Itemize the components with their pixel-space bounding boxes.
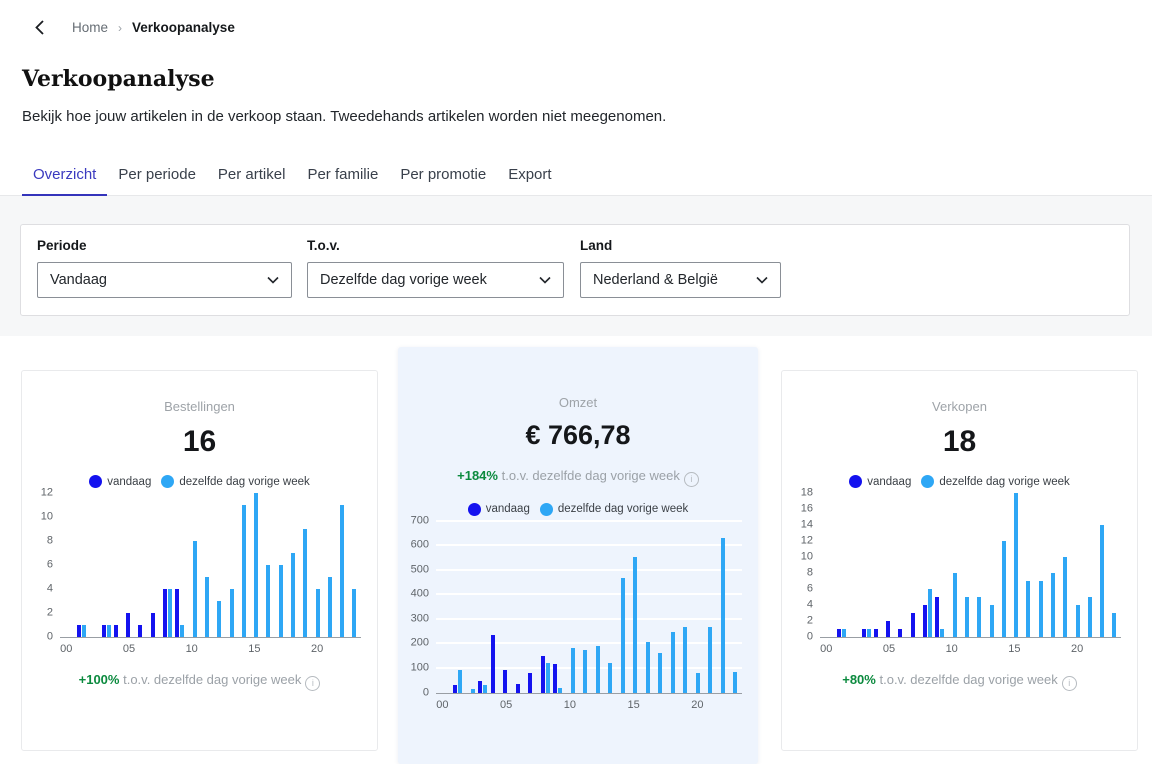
filter-section: Periode Vandaag T.o.v. Dezelfde dag vori… — [0, 196, 1152, 336]
tab-bar: Overzicht Per periode Per artikel Per fa… — [22, 160, 563, 197]
card-title: Omzet — [398, 395, 758, 410]
delta-suffix: t.o.v. dezelfde dag vorige week — [879, 672, 1057, 687]
chart-legend: vandaag dezelfde dag vorige week — [398, 503, 758, 516]
verkopen-chart: 0246810121416180005101520 — [782, 493, 1137, 656]
card-title: Bestellingen — [22, 399, 377, 414]
periode-select[interactable]: Vandaag — [37, 262, 292, 298]
legend-today-dot-icon — [89, 475, 102, 488]
delta-percentage: +80% — [842, 672, 876, 687]
chevron-down-icon — [267, 276, 279, 284]
periode-label: Periode — [37, 238, 292, 253]
bestellingen-card: Bestellingen 16 vandaag dezelfde dag vor… — [21, 370, 378, 751]
chart-legend: vandaag dezelfde dag vorige week — [782, 475, 1137, 488]
verkopen-card: Verkopen 18 vandaag dezelfde dag vorige … — [781, 370, 1138, 751]
tab-per-periode[interactable]: Per periode — [107, 160, 207, 197]
delta-percentage: +100% — [79, 672, 120, 687]
delta-line: +184% t.o.v. dezelfde dag vorige week — [398, 468, 758, 487]
legend-lastweek-dot-icon — [161, 475, 174, 488]
chevron-down-icon — [539, 276, 551, 284]
sales-analysis-page: Home › Verkoopanalyse Verkoopanalyse Bek… — [0, 0, 1152, 764]
periode-selected-value: Vandaag — [50, 272, 107, 288]
legend-lastweek-label: dezelfde dag vorige week — [558, 503, 688, 515]
legend-lastweek-label: dezelfde dag vorige week — [939, 476, 1069, 488]
legend-lastweek-dot-icon — [921, 475, 934, 488]
info-icon[interactable] — [1062, 676, 1077, 691]
delta-percentage: +184% — [457, 468, 498, 483]
tov-label: T.o.v. — [307, 238, 564, 253]
tab-overzicht[interactable]: Overzicht — [22, 160, 107, 197]
chevron-left-icon — [35, 20, 44, 35]
chart-legend: vandaag dezelfde dag vorige week — [22, 475, 377, 488]
breadcrumb-current: Verkoopanalyse — [132, 20, 235, 35]
bestellingen-chart: 0246810120005101520 — [22, 493, 377, 656]
breadcrumb-separator-icon: › — [118, 21, 122, 35]
legend-lastweek-label: dezelfde dag vorige week — [179, 476, 309, 488]
card-title: Verkopen — [782, 399, 1137, 414]
tab-per-familie[interactable]: Per familie — [296, 160, 389, 197]
page-title: Verkoopanalyse — [22, 66, 215, 92]
legend-today-label: vandaag — [107, 476, 151, 488]
tov-selected-value: Dezelfde dag vorige week — [320, 272, 487, 288]
breadcrumb-home-link[interactable]: Home — [72, 20, 108, 35]
tab-per-artikel[interactable]: Per artikel — [207, 160, 297, 197]
land-label: Land — [580, 238, 781, 253]
back-button[interactable] — [35, 20, 44, 35]
tab-export[interactable]: Export — [497, 160, 562, 197]
bestellingen-value: 16 — [22, 426, 377, 458]
info-icon[interactable] — [305, 676, 320, 691]
delta-suffix: t.o.v. dezelfde dag vorige week — [502, 468, 680, 483]
chevron-down-icon — [756, 276, 768, 284]
delta-line: +100% t.o.v. dezelfde dag vorige week — [22, 672, 377, 691]
tab-per-promotie[interactable]: Per promotie — [389, 160, 497, 197]
breadcrumb: Home › Verkoopanalyse — [35, 20, 235, 35]
land-selected-value: Nederland & België — [593, 272, 718, 288]
omzet-chart: 01002003004005006007000005101520 — [398, 521, 758, 712]
verkopen-value: 18 — [782, 426, 1137, 458]
omzet-card: Omzet € 766,78 +184% t.o.v. dezelfde dag… — [398, 347, 758, 764]
filter-card: Periode Vandaag T.o.v. Dezelfde dag vori… — [20, 224, 1130, 316]
page-description: Bekijk hoe jouw artikelen in de verkoop … — [22, 108, 666, 125]
delta-line: +80% t.o.v. dezelfde dag vorige week — [782, 672, 1137, 691]
omzet-value: € 766,78 — [398, 420, 758, 450]
legend-lastweek-dot-icon — [540, 503, 553, 516]
info-icon[interactable] — [684, 472, 699, 487]
legend-today-label: vandaag — [486, 503, 530, 515]
legend-today-dot-icon — [849, 475, 862, 488]
land-select[interactable]: Nederland & België — [580, 262, 781, 298]
tov-select[interactable]: Dezelfde dag vorige week — [307, 262, 564, 298]
delta-suffix: t.o.v. dezelfde dag vorige week — [123, 672, 301, 687]
legend-today-label: vandaag — [867, 476, 911, 488]
legend-today-dot-icon — [468, 503, 481, 516]
